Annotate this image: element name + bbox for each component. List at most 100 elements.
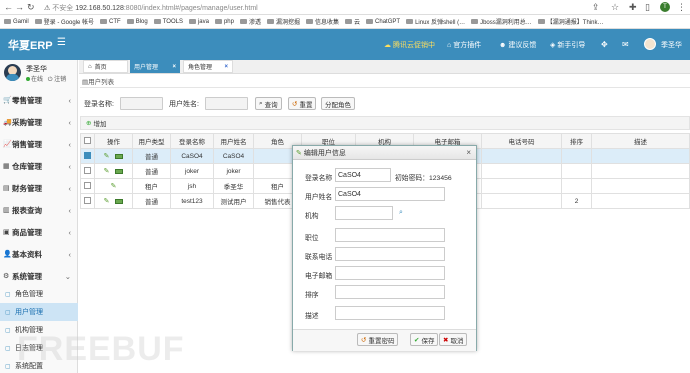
select-all-checkbox[interactable] [84,137,91,145]
delete-icon[interactable] [115,153,124,159]
header-username[interactable]: 季圣华 [661,40,682,50]
menu-toggle-icon[interactable]: ☰ [57,37,66,48]
edit-icon[interactable]: ✎ [104,153,110,160]
sidebar-menu-item[interactable]: ⚙ 系统管理 ⌄ [0,265,78,287]
col-desc: 描述 [591,133,690,149]
cell-name: 季圣华 [213,178,254,194]
sidebar-menu-item[interactable]: ▦ 仓库管理 ‹ [0,155,78,177]
bookmark-item[interactable]: Blog [126,19,148,25]
bookmark-item[interactable]: 【漏洞通报】Think… [537,17,603,26]
username-input[interactable] [205,97,248,110]
bookmark-item[interactable]: 登录 - Google 帐号 [34,17,94,26]
app-logo[interactable]: 华夏ERP [8,37,53,53]
dlg-position-input[interactable] [335,228,445,242]
row-checkbox[interactable] [84,167,91,175]
row-select-cell[interactable] [80,148,95,164]
share-icon[interactable]: ⇪ [592,2,600,13]
sidebar-menu-item[interactable]: 🚚 采购管理 ‹ [0,111,78,133]
sidebar-menu-item[interactable]: ▤ 财务管理 ‹ [0,177,78,199]
row-checkbox[interactable] [84,182,91,190]
sidebar-submenu-item[interactable]: ▢ 用户管理 [0,303,78,321]
reset-password-button[interactable]: ↺ 重置密码 [357,333,399,346]
diamond-icon: ◈ [550,42,556,49]
bookmark-item[interactable]: Gamil [4,19,29,25]
row-select-cell[interactable] [80,178,95,194]
dialog-close-icon[interactable]: × [466,148,471,157]
reset-button[interactable]: ↺ 重置 [288,97,317,110]
delete-icon[interactable] [115,198,124,204]
cancel-button[interactable]: ✖ 取消 [439,333,468,346]
add-button[interactable]: ⊕ 增加 [83,117,109,129]
assign-role-button[interactable]: 分配角色 [321,97,355,110]
logout-link[interactable]: ⏻ 注销 [48,77,66,83]
bookmark-item[interactable]: php [214,19,234,25]
tab-home[interactable]: ⌂ 首页 [83,60,128,73]
row-checkbox[interactable] [84,152,91,160]
forward-icon[interactable]: → [15,2,24,13]
cell-desc [591,148,690,164]
sidebar-menu-item[interactable]: 🛒 零售管理 ‹ [0,89,78,111]
bookmark-item[interactable]: 漏洞挖掘 [267,17,300,26]
row-select-cell[interactable] [80,163,95,179]
dlg-org-input[interactable] [335,206,393,220]
dlg-phone-input[interactable] [335,247,445,261]
bookmark-item[interactable]: java [188,19,209,25]
save-button[interactable]: ✔ 保存 [410,333,439,346]
cell-desc [591,178,690,194]
tab-role-management[interactable]: 角色管理 × [183,60,233,73]
row-checkbox[interactable] [84,197,91,205]
guide-link[interactable]: ◈ 新手引导 [550,40,585,50]
bookmark-item[interactable]: 信息收集 [306,17,339,26]
bookmark-item[interactable]: Linux 反弹shell (… [406,17,465,26]
dlg-phone-label: 联系电话 [305,254,333,261]
edit-icon[interactable]: ✎ [104,198,110,205]
close-icon[interactable]: × [172,64,176,70]
search-button[interactable]: ⌕ 查询 [255,97,282,110]
close-icon[interactable]: × [224,64,228,70]
tab-home-label: 首页 [94,65,107,71]
delete-icon[interactable] [115,168,124,174]
tab-user-label: 用户管理 [134,65,159,71]
bookmark-item[interactable]: Jboss漏洞利用总… [471,17,532,26]
header-avatar[interactable] [644,38,656,50]
sidepanel-icon[interactable]: ▯ [645,2,650,13]
select-all-cell[interactable] [80,133,95,149]
address-bar[interactable]: ⚠ 不安全 192.168.50.128:8080/index.html#/pa… [44,3,258,13]
bookmark-item[interactable]: TOOLS [153,19,183,25]
back-icon[interactable]: ← [4,2,13,13]
reload-icon[interactable]: ↻ [27,2,35,13]
chevron-down-icon: ⌄ [64,271,71,281]
tab-user-management[interactable]: 用户管理 × [130,60,180,73]
login-name-input[interactable] [120,97,163,110]
dlg-name-input[interactable]: CaSO4 [335,187,445,201]
fullscreen-icon[interactable]: ✥ [601,40,608,49]
promo-link[interactable]: ☁ 腾讯云促销中 [384,40,435,50]
dlg-desc-input[interactable] [335,306,445,320]
sidebar-menu-item[interactable]: 📈 销售管理 ‹ [0,133,78,155]
bookmark-item[interactable]: 云 [345,17,360,26]
col-login-name: 登录名称 [170,133,214,149]
dlg-email-input[interactable] [335,266,445,280]
bookmark-item[interactable]: ChatGPT [366,19,400,25]
sidebar-menu-item[interactable]: ▥ 报表查询 ‹ [0,199,78,221]
bookmark-item[interactable]: 渗透 [239,17,261,26]
sidebar-submenu-item[interactable]: ▢ 角色管理 [0,285,78,303]
extension-icon[interactable]: ✚ [629,2,637,13]
profile-avatar[interactable]: T [660,2,670,12]
dlg-login-input[interactable]: CaSO4 [335,168,391,182]
sidebar-menu-item[interactable]: ▣ 商品管理 ‹ [0,221,78,243]
sidebar-menu-item[interactable]: 👤 基本资料 ‹ [0,243,78,265]
edit-icon[interactable]: ✎ [111,183,117,190]
cell-sort [561,163,592,179]
dlg-sort-input[interactable] [335,285,445,299]
row-select-cell[interactable] [80,193,95,209]
feedback-link[interactable]: ☻ 建议反馈 [499,40,536,50]
org-search-icon[interactable]: ⌕ [399,209,403,217]
star-icon[interactable]: ☆ [611,2,619,13]
bookmark-item[interactable]: CTF [100,19,121,25]
edit-icon[interactable]: ✎ [104,168,110,175]
bookmark-label: Linux 反弹shell (… [415,20,466,26]
more-icon[interactable]: ⋮ [677,2,686,13]
plugins-link[interactable]: ⌂ 官方插件 [447,40,481,50]
mail-icon[interactable]: ✉ [622,40,629,49]
